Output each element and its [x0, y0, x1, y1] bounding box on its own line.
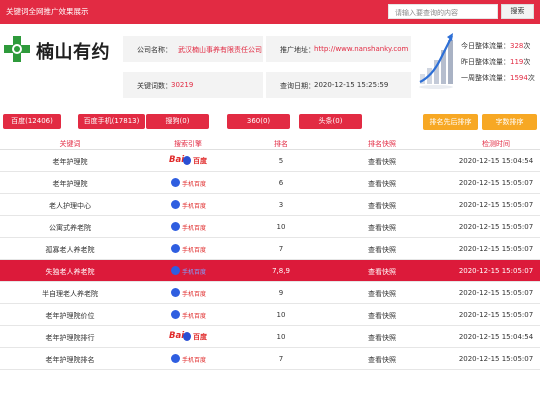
traffic-stats: 今日整体流量：328次 昨日整体流量：119次 一周整体流量：1594次	[461, 41, 540, 89]
keyword-cell: 老人护理中心	[49, 202, 91, 210]
table-row: 公寓式养老院 手机百度 10 查看快照 2020-12-15 15:05:07	[0, 216, 540, 238]
snapshot-link[interactable]: 查看快照	[368, 157, 396, 167]
top-bar: 关键词全网推广效果展示 请输入要查询的内容 搜索	[0, 0, 540, 24]
rank-cell: 3	[278, 201, 284, 209]
time-cell: 2020-12-15 15:04:54	[458, 157, 534, 165]
table-row: 老人护理中心 手机百度 3 查看快照 2020-12-15 15:05:07	[0, 194, 540, 216]
rank-cell: 10	[276, 311, 286, 319]
time-cell: 2020-12-15 15:05:07	[458, 355, 534, 363]
tab-sogou[interactable]: 搜狗(0)	[146, 114, 209, 129]
rank-cell: 9	[278, 289, 284, 297]
rank-cell: 6	[278, 179, 284, 187]
tab-360[interactable]: 360(0)	[227, 114, 290, 129]
week-traffic: 一周整体流量：1594次	[461, 74, 535, 82]
snapshot-link[interactable]: 查看快照	[368, 245, 396, 255]
company-logo: 楠山有约	[3, 33, 121, 73]
snapshot-link[interactable]: 查看快照	[368, 267, 396, 277]
page-title: 关键词全网推广效果展示	[6, 7, 89, 16]
keyword-cell: 半自理老人养老院	[42, 290, 98, 298]
tab-baidu[interactable]: 百度(12406)	[3, 114, 61, 129]
baidu-mobile-icon: 手机百度	[165, 177, 211, 189]
query-date-value: 2020-12-15 15:25:59	[314, 81, 389, 89]
keyword-cell: 老年护理院排名	[45, 356, 95, 364]
keyword-table: 关键词 搜索引擎 排名 排名快照 检测时间 老年护理院 Bai 百度 5 查看快照 202…	[0, 138, 540, 370]
company-name-label: 公司名称：	[137, 46, 172, 54]
search-input[interactable]: 请输入要查询的内容	[388, 4, 498, 19]
keyword-cell: 孤寡老人养老院	[45, 246, 95, 254]
table-row: 失独老人养老院 手机百度 7,8,9 查看快照 2020-12-15 15:05:07	[0, 260, 540, 282]
site-label: 推广地址：	[280, 46, 315, 54]
company-name-value: 武汉楠山事养有限责任公司	[178, 46, 262, 54]
baidu-mobile-icon: 手机百度	[165, 199, 211, 211]
table-row: 老年护理院 Bai 百度 5 查看快照 2020-12-15 15:04:54	[0, 150, 540, 172]
keyword-count-label: 关键词数：	[137, 82, 172, 90]
table-row: 半自理老人养老院 手机百度 9 查看快照 2020-12-15 15:05:07	[0, 282, 540, 304]
tab-baidu-mobile[interactable]: 百度手机(17813)	[78, 114, 145, 129]
table-row: 老年护理院价位 手机百度 10 查看快照 2020-12-15 15:05:07	[0, 304, 540, 326]
search-button[interactable]: 搜索	[501, 4, 534, 19]
baidu-icon: Bai 百度	[169, 155, 207, 165]
baidu-mobile-icon: 手机百度	[165, 353, 211, 365]
column-rank: 排名	[274, 140, 288, 148]
table-header: 关键词 搜索引擎 排名 排名快照 检测时间	[0, 138, 540, 150]
rank-cell: 7	[278, 355, 284, 363]
table-row: 孤寡老人养老院 手机百度 7 查看快照 2020-12-15 15:05:07	[0, 238, 540, 260]
keyword-cell: 老年护理院价位	[45, 312, 95, 320]
query-date-label: 查询日期：	[280, 82, 315, 90]
snapshot-link[interactable]: 查看快照	[368, 311, 396, 321]
table-body: 老年护理院 Bai 百度 5 查看快照 2020-12-15 15:04:54 老年护理院手…	[0, 150, 540, 370]
company-name-cell: 公司名称： 武汉楠山事养有限责任公司	[123, 36, 263, 62]
today-traffic: 今日整体流量：328次	[461, 42, 531, 50]
char-sort-button[interactable]: 字数排序	[482, 114, 537, 130]
column-engine: 搜索引擎	[174, 140, 202, 148]
keyword-cell: 老年护理院	[52, 158, 88, 166]
baidu-icon: Bai 百度	[169, 331, 207, 341]
tab-toutiao[interactable]: 头条(0)	[299, 114, 362, 129]
baidu-mobile-icon: 手机百度	[165, 243, 211, 255]
keyword-cell: 失独老人养老院	[45, 268, 95, 276]
site-cell: 推广地址： http://www.nanshanky.com	[266, 36, 411, 62]
table-row: 老年护理院排行 Bai 百度 10 查看快照 2020-12-15 15:04:54	[0, 326, 540, 348]
keyword-cell: 老年护理院排行	[45, 334, 95, 342]
baidu-mobile-icon: 手机百度	[165, 221, 211, 233]
time-cell: 2020-12-15 15:05:07	[458, 245, 534, 253]
keyword-count-cell: 关键词数： 30219	[123, 72, 263, 98]
query-date-cell: 查询日期： 2020-12-15 15:25:59	[266, 72, 411, 98]
rank-cell: 10	[276, 223, 286, 231]
baidu-mobile-icon: 手机百度	[165, 287, 211, 299]
time-cell: 2020-12-15 15:05:07	[458, 179, 534, 187]
site-value[interactable]: http://www.nanshanky.com	[314, 45, 408, 53]
snapshot-link[interactable]: 查看快照	[368, 223, 396, 233]
baidu-mobile-icon: 手机百度	[165, 309, 211, 321]
time-cell: 2020-12-15 15:05:07	[458, 201, 534, 209]
time-cell: 2020-12-15 15:05:07	[458, 311, 534, 319]
baidu-mobile-icon: 手机百度	[165, 265, 211, 277]
yesterday-traffic: 昨日整体流量：119次	[461, 58, 531, 66]
keyword-cell: 老年护理院	[52, 180, 88, 188]
time-cell: 2020-12-15 15:05:07	[458, 289, 534, 297]
column-keyword: 关键词	[59, 140, 81, 148]
keyword-count-value: 30219	[171, 81, 194, 89]
time-cell: 2020-12-15 15:05:07	[458, 223, 534, 231]
snapshot-link[interactable]: 查看快照	[368, 201, 396, 211]
keyword-cell: 公寓式养老院	[49, 224, 91, 232]
snapshot-link[interactable]: 查看快照	[368, 355, 396, 365]
snapshot-link[interactable]: 查看快照	[368, 333, 396, 343]
snapshot-link[interactable]: 查看快照	[368, 289, 396, 299]
time-cell: 2020-12-15 15:05:07	[458, 267, 534, 275]
logo-text: 楠山有约	[36, 42, 110, 63]
column-snapshot: 排名快照	[368, 140, 396, 148]
rank-sort-button[interactable]: 排名先后排序	[423, 114, 478, 130]
logo-mark-icon	[3, 35, 31, 63]
growth-chart-icon	[419, 33, 453, 89]
rank-cell: 7,8,9	[272, 267, 290, 275]
column-time: 检测时间	[482, 140, 510, 148]
rank-cell: 10	[276, 333, 286, 341]
rank-cell: 5	[278, 157, 284, 165]
table-row: 老年护理院排名 手机百度 7 查看快照 2020-12-15 15:05:07	[0, 348, 540, 370]
table-row: 老年护理院 手机百度 6 查看快照 2020-12-15 15:05:07	[0, 172, 540, 194]
snapshot-link[interactable]: 查看快照	[368, 179, 396, 189]
time-cell: 2020-12-15 15:04:54	[458, 333, 534, 341]
rank-cell: 7	[278, 245, 284, 253]
